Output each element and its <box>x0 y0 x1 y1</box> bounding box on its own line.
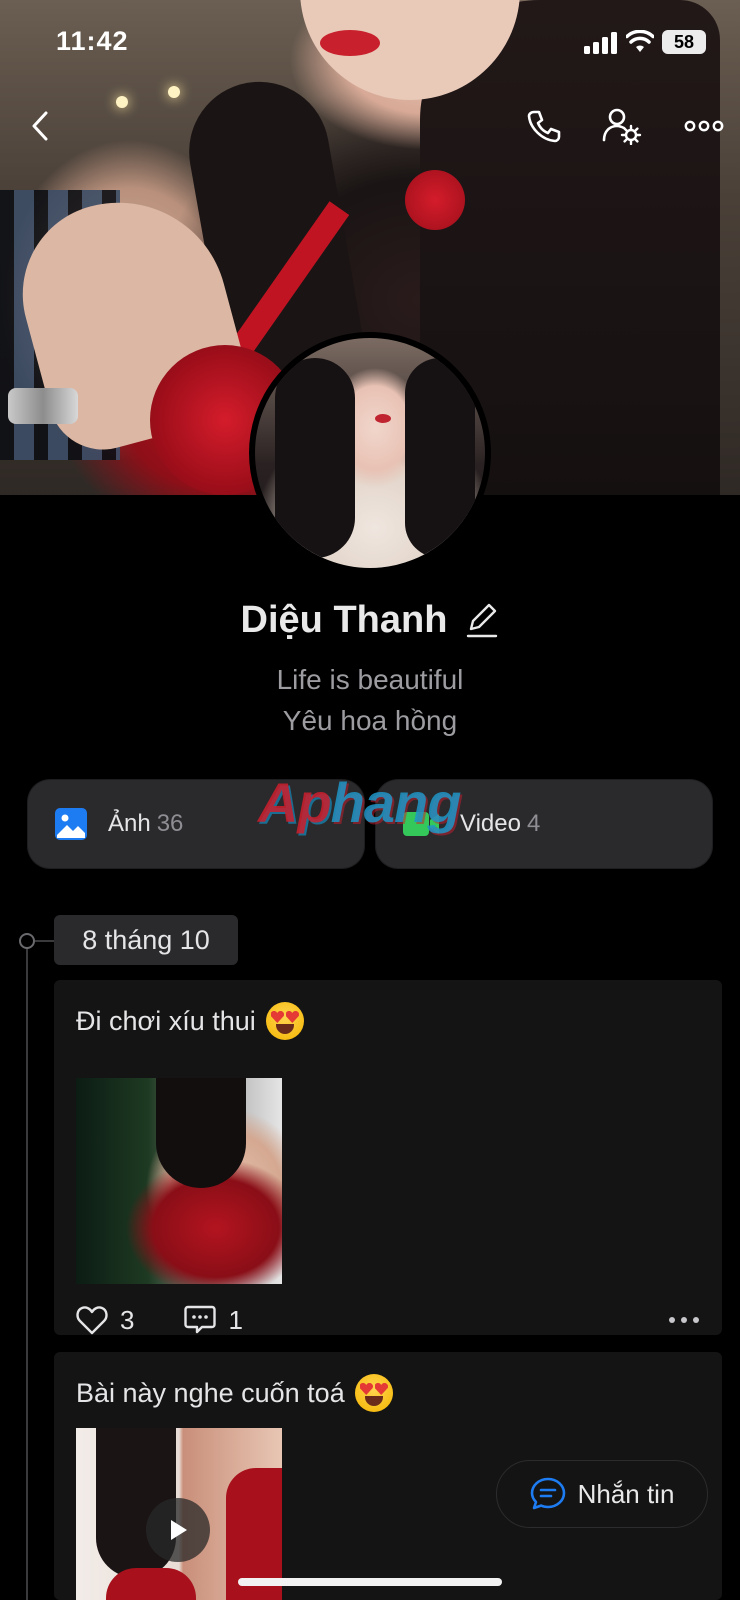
post-caption: Bài này nghe cuốn toá <box>76 1377 345 1408</box>
post-actions: 3 1 <box>76 1300 700 1340</box>
photos-count: 36 <box>156 810 184 837</box>
call-button[interactable] <box>524 106 564 146</box>
comment-icon <box>184 1305 217 1334</box>
bio-line-1: Life is beautiful <box>276 664 464 695</box>
more-options-button[interactable] <box>682 106 726 146</box>
phone-icon <box>527 110 561 143</box>
message-button[interactable]: Nhắn tin <box>496 1460 708 1528</box>
avatar-lips <box>375 414 391 423</box>
edit-pencil-icon[interactable] <box>465 601 499 639</box>
comment-button[interactable]: 1 <box>184 1304 243 1336</box>
comment-count: 1 <box>228 1304 243 1335</box>
image-icon <box>55 808 87 840</box>
like-count: 3 <box>120 1304 135 1335</box>
post-text: Đi chơi xíu thui <box>76 1002 304 1040</box>
chat-bubble-icon <box>530 1477 565 1510</box>
ceiling-light <box>168 86 180 98</box>
avatar[interactable] <box>249 332 491 574</box>
play-button[interactable] <box>146 1498 210 1562</box>
profile-name: Diệu Thanh <box>240 598 448 641</box>
home-indicator[interactable] <box>238 1578 502 1586</box>
timeline-date: 8 tháng 10 <box>54 915 238 965</box>
post-card[interactable]: Đi chơi xíu thui 3 1 <box>54 980 722 1335</box>
post-photo[interactable] <box>76 1078 282 1284</box>
post-more-icon[interactable] <box>668 1316 700 1324</box>
watermark-logo: Aphang <box>258 771 461 834</box>
ceiling-light <box>116 96 128 108</box>
profile-name-row: Diệu Thanh <box>0 592 740 648</box>
video-thumb-dress <box>106 1568 196 1600</box>
videos-count: 4 <box>526 810 541 837</box>
bio-line-2: Yêu hoa hồng <box>282 705 458 736</box>
cover-watch <box>8 388 78 424</box>
photos-label: Ảnh <box>108 810 151 837</box>
avatar-hair <box>275 358 355 558</box>
wifi-icon <box>626 30 654 52</box>
videos-label: Video <box>460 810 521 837</box>
heart-icon <box>76 1306 108 1335</box>
status-time: 11:42 <box>56 26 129 56</box>
battery-indicator: 58 <box>662 30 706 54</box>
message-button-label: Nhắn tin <box>577 1478 675 1509</box>
chevron-left-icon <box>32 111 48 141</box>
cellular-signal-icon <box>584 32 617 54</box>
post-video-thumbnail[interactable] <box>76 1428 282 1600</box>
play-icon <box>171 1520 187 1540</box>
post-caption: Đi chơi xíu thui <box>76 1005 256 1036</box>
photo-hair <box>156 1078 246 1188</box>
timeline-connector <box>35 940 55 942</box>
status-bar: 11:42 58 <box>0 22 740 62</box>
timeline-line <box>26 940 28 1600</box>
like-button[interactable]: 3 <box>76 1305 134 1336</box>
heart-eyes-emoji-icon <box>354 1374 393 1412</box>
more-horizontal-icon <box>684 120 724 132</box>
user-settings-icon <box>602 108 642 145</box>
timeline-dot <box>19 933 35 949</box>
avatar-hair <box>405 358 475 558</box>
cover-rose <box>405 170 465 230</box>
post-text: Bài này nghe cuốn toá <box>76 1374 393 1412</box>
profile-settings-button[interactable] <box>602 106 642 146</box>
back-button[interactable] <box>20 106 60 146</box>
heart-eyes-emoji-icon <box>265 1002 304 1040</box>
